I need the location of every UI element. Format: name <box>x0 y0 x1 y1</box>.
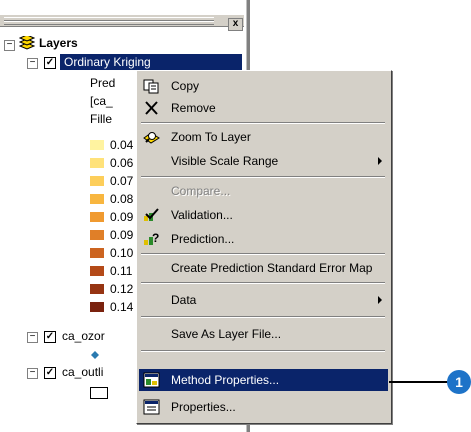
menu-item-label: Remove <box>171 101 216 115</box>
legend-swatch <box>90 302 104 312</box>
point-symbol-icon <box>91 351 99 359</box>
legend-swatch <box>90 230 104 240</box>
menu-item-validation[interactable]: Validation... <box>139 204 388 226</box>
legend-label: 0.06 <box>110 156 134 170</box>
menu-item-data[interactable]: Data <box>139 289 388 311</box>
collapse-ozone-icon[interactable]: − <box>27 332 38 343</box>
legend-label: 0.11 <box>110 264 133 278</box>
remove-icon <box>145 101 158 115</box>
legend-label: 0.07 <box>110 174 134 188</box>
prediction-icon: ? <box>144 231 159 245</box>
menu-item-label: Visible Scale Range <box>171 154 279 168</box>
submenu-arrow-icon <box>378 296 382 304</box>
properties-icon <box>143 399 160 415</box>
legend-label: 0.08 <box>110 192 134 206</box>
legend-swatch <box>90 176 104 186</box>
menu-item-save-as-layer-file[interactable]: Save As Layer File... <box>139 323 388 345</box>
menu-item-prediction[interactable]: ? Prediction... <box>139 228 388 250</box>
menu-item-label: Prediction... <box>171 232 235 246</box>
menu-item-remove[interactable]: Remove <box>139 97 388 119</box>
collapse-kriging-icon[interactable]: − <box>27 58 38 69</box>
menu-item-method-properties[interactable]: Method Properties... <box>139 369 388 391</box>
kriging-visibility-checkbox[interactable]: ✓ <box>44 57 56 69</box>
menu-item-label: Copy <box>171 79 200 93</box>
legend-swatch <box>90 248 104 258</box>
menu-item-zoom-to-layer[interactable]: Zoom To Layer <box>139 126 388 148</box>
menu-separator <box>141 350 385 352</box>
menu-separator <box>141 122 385 124</box>
copy-icon <box>143 79 159 94</box>
collapse-layers-icon[interactable]: − <box>4 40 15 51</box>
menu-separator <box>141 253 385 255</box>
menu-item-label: Save As Layer File... <box>171 327 282 341</box>
menu-item-label: Method Properties... <box>171 373 280 387</box>
menu-item-label: Data <box>171 293 197 307</box>
layer-ca-outline[interactable]: ca_outli <box>62 364 103 380</box>
panel-title-bar[interactable] <box>0 15 244 27</box>
menu-item-create-prediction-standard-error-map[interactable]: Create Prediction Standard Error Map <box>139 257 388 279</box>
legend-swatch <box>90 140 104 150</box>
layers-root-label[interactable]: Layers <box>39 35 78 51</box>
layer-ca-ozone[interactable]: ca_ozor <box>62 328 105 344</box>
method-properties-icon <box>143 372 160 388</box>
zoom-to-layer-icon <box>143 132 160 144</box>
menu-item-properties[interactable]: Properties... <box>139 396 388 418</box>
menu-item-label: Compare... <box>171 184 231 198</box>
panel-top-area <box>0 0 246 14</box>
menu-item-compare[interactable]: Compare... <box>139 180 388 202</box>
svg-text:?: ? <box>152 231 159 245</box>
legend-label: 0.12 <box>110 282 134 296</box>
menu-item-label: Validation... <box>171 208 233 222</box>
menu-separator <box>141 176 385 178</box>
menu-item-label: Zoom To Layer <box>171 130 251 144</box>
submenu-arrow-icon <box>378 157 382 165</box>
callout-number-badge: 1 <box>447 370 471 394</box>
legend-swatch <box>90 284 104 294</box>
legend-swatch <box>90 194 104 204</box>
grip-line <box>4 21 214 25</box>
validation-icon <box>144 208 159 221</box>
layer-context-menu: Copy Remove Zoom To Layer Visible Scale … <box>136 70 392 424</box>
legend-label: 0.09 <box>110 228 134 242</box>
polygon-symbol-icon <box>90 387 108 399</box>
legend-label: 0.09 <box>110 210 134 224</box>
sub-item-prediction: Pred <box>90 76 116 90</box>
menu-item-label: Create Prediction Standard Error Map <box>171 261 373 275</box>
layers-icon <box>19 36 35 50</box>
legend-swatch <box>90 158 104 168</box>
legend-swatch <box>90 266 104 276</box>
callout-leader-line <box>389 381 451 383</box>
outline-visibility-checkbox[interactable]: ✓ <box>44 367 56 379</box>
sub-item-dataset: [ca_ <box>90 94 113 108</box>
menu-item-label: Properties... <box>171 400 236 414</box>
legend-swatch <box>90 212 104 222</box>
legend-label: 0.14 <box>110 300 134 314</box>
collapse-outline-icon[interactable]: − <box>27 368 38 379</box>
menu-separator <box>141 316 385 318</box>
menu-item-copy[interactable]: Copy <box>139 75 388 97</box>
ozone-visibility-checkbox[interactable]: ✓ <box>44 331 56 343</box>
legend-label: 0.04 <box>110 138 134 152</box>
legend-label: 0.10 <box>110 246 134 260</box>
menu-separator <box>141 282 385 284</box>
sub-item-filled: Fille <box>90 112 113 126</box>
layer-ordinary-kriging[interactable]: Ordinary Kriging <box>60 54 242 70</box>
menu-item-visible-scale-range[interactable]: Visible Scale Range <box>139 150 388 172</box>
close-button[interactable]: x <box>228 18 243 31</box>
